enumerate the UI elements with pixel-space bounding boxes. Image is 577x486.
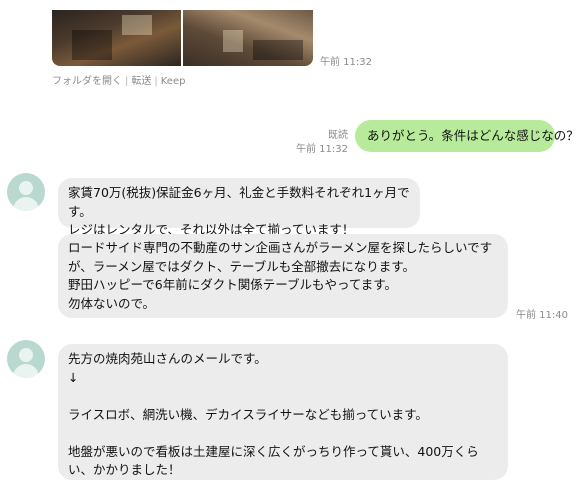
sender-avatar[interactable] <box>7 340 45 378</box>
outgoing-timestamp: 午前 11:32 <box>296 144 348 155</box>
avatar-head <box>19 181 33 195</box>
open-folder-link[interactable]: フォルダを開く <box>52 76 122 87</box>
incoming-message-bubble[interactable]: 家賃70万(税抜)保証金6ヶ月、礼金と手数料それぞれ1ヶ月です。 レジはレンタル… <box>58 178 420 237</box>
avatar-body <box>13 197 39 211</box>
sender-avatar[interactable] <box>7 173 45 211</box>
avatar-head <box>19 348 33 362</box>
divider: | <box>125 76 129 87</box>
incoming-message-bubble[interactable]: ロードサイド専門の不動産のサン企画さんがラーメン屋を探したらしいですが、ラーメン… <box>58 234 508 318</box>
photo-detail <box>122 15 152 35</box>
incoming-message-bubble[interactable]: 先方の焼肉苑山さんのメールです。 ↓ ライスロボ、網洗い機、デカイスライサーなど… <box>58 344 508 480</box>
read-receipt: 既読 <box>328 130 348 141</box>
avatar-body <box>13 364 39 378</box>
photo-detail <box>253 40 303 60</box>
keep-link[interactable]: Keep <box>161 76 186 87</box>
forward-link[interactable]: 転送 <box>131 76 151 87</box>
photo-detail <box>223 30 243 52</box>
incoming-timestamp: 午前 11:40 <box>516 310 568 321</box>
photo-actions: フォルダを開く | 転送 | Keep <box>52 72 185 87</box>
photo-thumbnail-1[interactable] <box>52 10 181 66</box>
photo-detail <box>72 30 112 60</box>
photo-thumbnail-2[interactable] <box>183 10 313 66</box>
divider: | <box>154 76 158 87</box>
outgoing-message-bubble[interactable]: ありがとう。条件はどんな感じなの？ <box>355 120 577 152</box>
photos-timestamp: 午前 11:32 <box>320 57 372 68</box>
